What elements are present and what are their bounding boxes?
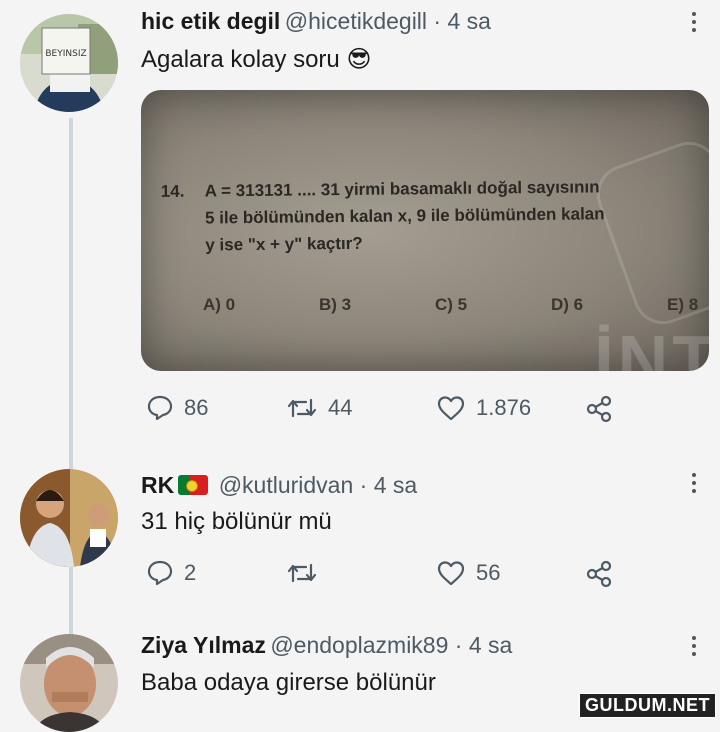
- tweet-media-image[interactable]: 14. A = 313131 .... 31 yirmi basamaklı do…: [141, 90, 709, 371]
- reply-button[interactable]: 86: [146, 394, 208, 422]
- tweet-text: Baba odaya girerse bölünür: [141, 669, 436, 696]
- avatar[interactable]: BEYINSIZ: [20, 14, 118, 112]
- avatar-image: BEYINSIZ: [20, 14, 118, 112]
- retweet-count: 44: [328, 395, 353, 420]
- reply-count: 86: [184, 395, 209, 420]
- avatar-image: [20, 634, 118, 732]
- avatar[interactable]: [20, 469, 118, 567]
- like-count: 1.876: [476, 395, 532, 420]
- option-a: A) 0: [203, 295, 236, 314]
- tweet-actions: 2 56: [140, 559, 620, 593]
- display-name[interactable]: RK: [141, 472, 174, 498]
- more-options-icon[interactable]: [690, 473, 698, 493]
- avatar[interactable]: [20, 634, 118, 732]
- tweet-1[interactable]: BEYINSIZ hic etik degil @hicetikdegill ·…: [0, 0, 720, 440]
- question-line-3: y ise "x + y" kaçtır?: [205, 233, 363, 255]
- like-button[interactable]: 1.876: [436, 394, 531, 422]
- tweet-header: Ziya Yılmaz @endoplazmik89 · 4 sa: [141, 632, 512, 659]
- portugal-flag-icon: [178, 475, 209, 495]
- reply-icon: [147, 395, 173, 421]
- tweet-text: Agalara kolay soru 😎: [141, 46, 372, 73]
- share-button[interactable]: [584, 394, 614, 424]
- tweet-actions: 86 44 1.876: [140, 394, 620, 428]
- reply-count: 2: [184, 560, 197, 585]
- tweet-header: hic etik degil @hicetikdegill · 4 sa: [141, 8, 491, 35]
- question-number: 14.: [160, 181, 185, 201]
- question-line-1: A = 313131 .... 31 yirmi basamaklı doğal…: [204, 177, 600, 201]
- heart-icon: [437, 561, 465, 586]
- reply-button[interactable]: 2: [146, 559, 196, 587]
- share-button[interactable]: [584, 559, 614, 589]
- reply-icon: [147, 560, 173, 586]
- retweet-icon: [287, 563, 317, 583]
- site-watermark: GULDUM.NET: [579, 693, 716, 718]
- tweet-text: 31 hiç bölünür mü: [141, 508, 332, 535]
- answer-options: A) 0 B) 3 C) 5 D) 6 E) 8: [203, 295, 709, 319]
- display-name[interactable]: hic etik degil: [141, 8, 280, 34]
- handle-time[interactable]: @endoplazmik89 · 4 sa: [270, 632, 512, 658]
- svg-text:BEYINSIZ: BEYINSIZ: [45, 49, 86, 59]
- option-d: D) 6: [551, 295, 584, 314]
- share-icon: [586, 560, 612, 588]
- handle-time[interactable]: @hicetikdegill · 4 sa: [285, 8, 491, 34]
- share-icon: [586, 395, 612, 423]
- display-name[interactable]: Ziya Yılmaz: [141, 632, 266, 658]
- more-options-icon[interactable]: [690, 636, 698, 656]
- more-options-icon[interactable]: [690, 12, 698, 32]
- handle-time[interactable]: @kutluridvan · 4 sa: [219, 472, 418, 498]
- retweet-button[interactable]: [286, 559, 328, 587]
- tweet-header: RK @kutluridvan · 4 sa: [141, 472, 417, 499]
- option-c: C) 5: [435, 295, 468, 314]
- retweet-icon: [287, 398, 317, 418]
- like-button[interactable]: 56: [436, 559, 500, 587]
- retweet-button[interactable]: 44: [286, 394, 352, 422]
- tweet-2[interactable]: RK @kutluridvan · 4 sa 31 hiç bölünür mü…: [0, 465, 720, 615]
- like-count: 56: [476, 560, 501, 585]
- option-b: B) 3: [319, 295, 352, 314]
- book-stamp: İNT: [594, 321, 709, 371]
- option-e: E) 8: [667, 295, 699, 314]
- heart-icon: [437, 396, 465, 421]
- question-text: 14. A = 313131 .... 31 yirmi basamaklı do…: [161, 172, 709, 259]
- avatar-image: [20, 469, 118, 567]
